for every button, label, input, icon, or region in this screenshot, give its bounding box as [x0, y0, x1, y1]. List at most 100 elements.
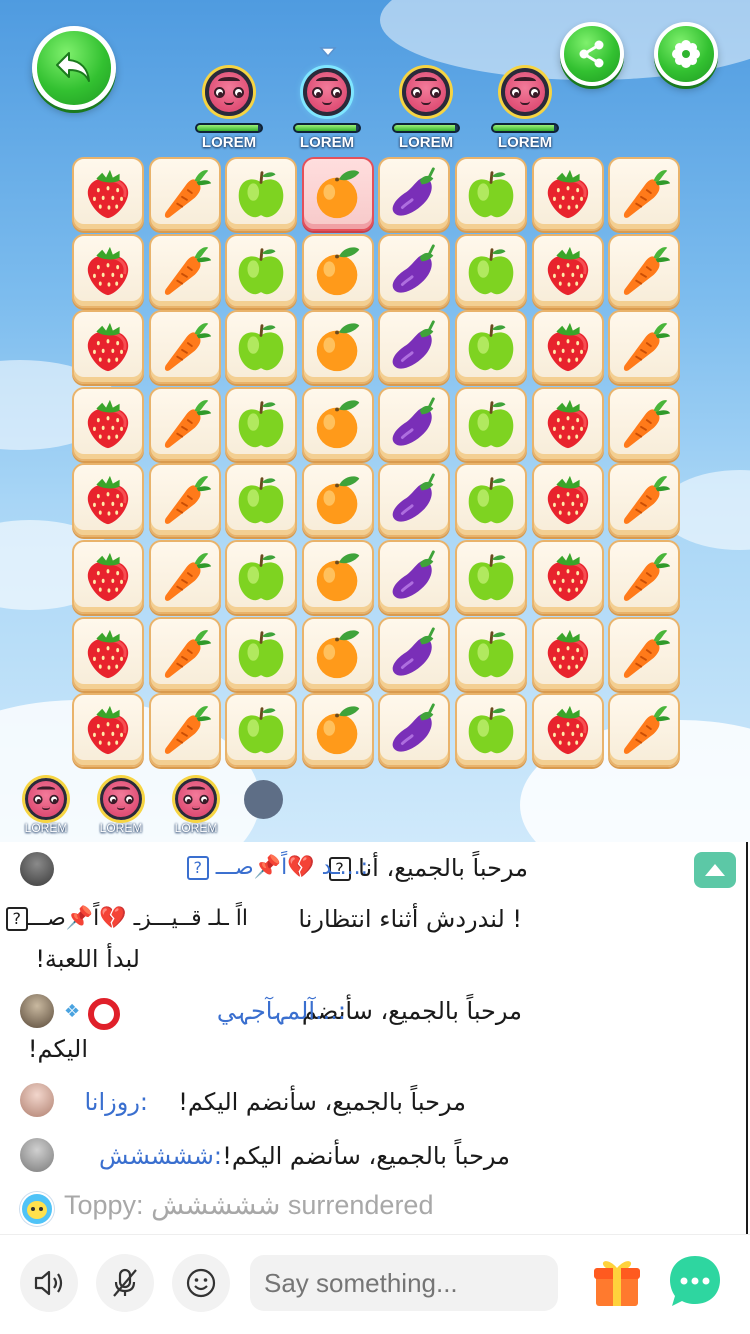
chat-text: مرحباً بالجميع، سأنضم اليكم! — [222, 1142, 510, 1170]
user-avatar[interactable] — [20, 1083, 54, 1117]
tile-carrot[interactable] — [149, 310, 221, 384]
tile-green-apple[interactable] — [225, 617, 297, 691]
eggplant-icon — [392, 244, 435, 293]
tile-eggplant[interactable] — [378, 617, 450, 691]
tile-carrot[interactable] — [149, 617, 221, 691]
tile-green-apple[interactable] — [225, 310, 297, 384]
tile-strawberry[interactable] — [72, 310, 144, 384]
tile-green-apple[interactable] — [225, 387, 297, 461]
tile-green-apple[interactable] — [455, 540, 527, 614]
green-apple-icon — [238, 324, 284, 371]
tile-carrot[interactable] — [149, 157, 221, 231]
tile-eggplant[interactable] — [378, 693, 450, 767]
tile-carrot[interactable] — [149, 234, 221, 308]
tile-strawberry[interactable] — [72, 540, 144, 614]
chat-input[interactable] — [250, 1255, 558, 1311]
tile-carrot[interactable] — [149, 387, 221, 461]
tile-strawberry[interactable] — [532, 617, 604, 691]
green-apple-icon — [468, 248, 514, 295]
tile-green-apple[interactable] — [455, 387, 527, 461]
tile-green-apple[interactable] — [455, 463, 527, 537]
tile-strawberry[interactable] — [72, 463, 144, 537]
tile-strawberry[interactable] — [72, 617, 144, 691]
tile-eggplant[interactable] — [378, 540, 450, 614]
emoji-button[interactable] — [172, 1254, 230, 1312]
carrot-icon — [623, 323, 671, 371]
green-apple-icon — [468, 707, 514, 754]
tile-green-apple[interactable] — [455, 157, 527, 231]
tile-orange[interactable] — [302, 157, 374, 231]
speaker-button[interactable] — [20, 1254, 78, 1312]
tile-strawberry[interactable] — [72, 693, 144, 767]
tile-orange[interactable] — [302, 387, 374, 461]
tile-orange[interactable] — [302, 234, 374, 308]
tile-strawberry[interactable] — [532, 234, 604, 308]
tile-eggplant[interactable] — [378, 157, 450, 231]
back-arrow-icon — [56, 52, 90, 82]
bench-player[interactable]: LOREM — [168, 778, 224, 835]
tile-eggplant[interactable] — [378, 387, 450, 461]
divider — [746, 842, 748, 1234]
tile-carrot[interactable] — [149, 463, 221, 537]
tile-strawberry[interactable] — [72, 157, 144, 231]
tile-strawberry[interactable] — [532, 693, 604, 767]
share-button[interactable] — [560, 22, 624, 86]
tile-carrot[interactable] — [149, 693, 221, 767]
tile-carrot[interactable] — [608, 157, 680, 231]
tile-green-apple[interactable] — [455, 234, 527, 308]
tile-carrot[interactable] — [608, 234, 680, 308]
player-slot[interactable]: LOREM — [485, 68, 565, 151]
bench-player[interactable]: LOREM — [93, 778, 149, 835]
tile-strawberry[interactable] — [532, 157, 604, 231]
bench-player[interactable]: LOREM — [18, 778, 74, 835]
tile-eggplant[interactable] — [378, 463, 450, 537]
tile-orange[interactable] — [302, 540, 374, 614]
tile-strawberry[interactable] — [532, 310, 604, 384]
tile-carrot[interactable] — [608, 387, 680, 461]
tile-green-apple[interactable] — [225, 463, 297, 537]
more-chat-icon[interactable] — [668, 1252, 722, 1310]
user-avatar[interactable] — [20, 852, 54, 886]
tile-green-apple[interactable] — [455, 693, 527, 767]
tile-orange[interactable] — [302, 617, 374, 691]
chat-text: ! لندردش أثناء انتظارنا — [298, 905, 522, 933]
chat-message: ! لندردش أثناء انتظارنا — [298, 896, 522, 942]
strawberry-icon — [87, 629, 129, 679]
tile-green-apple[interactable] — [225, 693, 297, 767]
user-avatar[interactable] — [20, 1138, 54, 1172]
tile-strawberry[interactable] — [532, 387, 604, 461]
tile-carrot[interactable] — [149, 540, 221, 614]
tile-carrot[interactable] — [608, 463, 680, 537]
back-button[interactable] — [32, 26, 116, 110]
gift-icon[interactable] — [592, 1254, 642, 1308]
tile-strawberry[interactable] — [532, 540, 604, 614]
tile-strawberry[interactable] — [72, 387, 144, 461]
collapse-chat-button[interactable] — [694, 852, 736, 888]
tile-green-apple[interactable] — [225, 234, 297, 308]
user-avatar[interactable] — [20, 994, 54, 1028]
empty-seat[interactable] — [244, 780, 283, 819]
tile-eggplant[interactable] — [378, 310, 450, 384]
share-icon — [579, 40, 604, 68]
tile-carrot[interactable] — [608, 310, 680, 384]
tile-carrot[interactable] — [608, 693, 680, 767]
tile-strawberry[interactable] — [72, 234, 144, 308]
tile-green-apple[interactable] — [225, 157, 297, 231]
chat-username: :ششششش — [98, 1142, 222, 1170]
tile-orange[interactable] — [302, 463, 374, 537]
player-slot[interactable]: LOREM — [386, 68, 466, 151]
tile-eggplant[interactable] — [378, 234, 450, 308]
tile-green-apple[interactable] — [455, 617, 527, 691]
player-slot-active[interactable]: LOREM — [287, 68, 367, 151]
tile-orange[interactable] — [302, 693, 374, 767]
tile-strawberry[interactable] — [532, 463, 604, 537]
tile-carrot[interactable] — [608, 540, 680, 614]
settings-button[interactable] — [654, 22, 718, 86]
player-slot[interactable]: LOREM — [189, 68, 269, 151]
tile-green-apple[interactable] — [455, 310, 527, 384]
tile-carrot[interactable] — [608, 617, 680, 691]
tile-orange[interactable] — [302, 310, 374, 384]
microphone-button[interactable] — [96, 1254, 154, 1312]
tile-green-apple[interactable] — [225, 540, 297, 614]
badge-ring-icon — [88, 998, 120, 1030]
